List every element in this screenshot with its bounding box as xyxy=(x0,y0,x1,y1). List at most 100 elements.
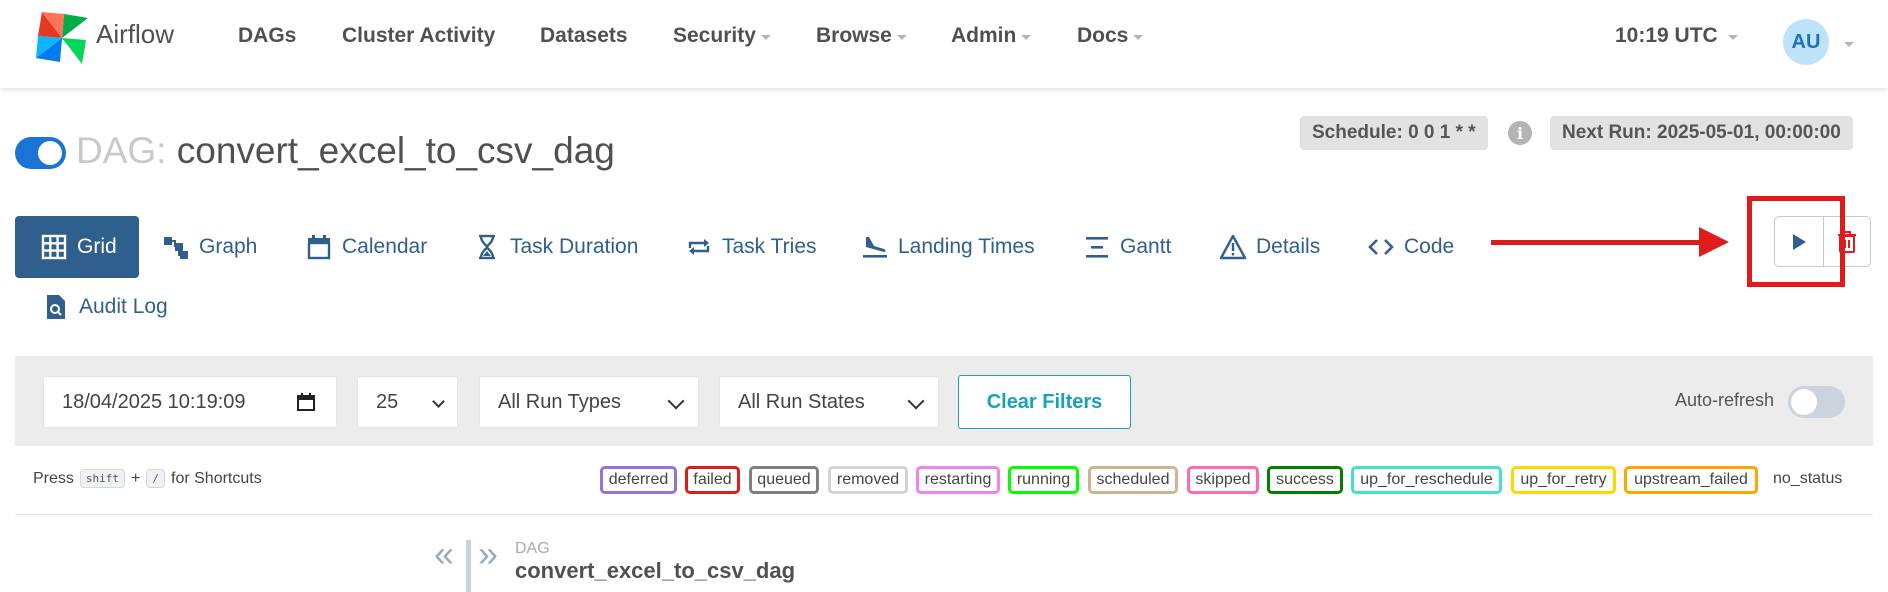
caret-down-icon xyxy=(896,35,907,40)
collapse-grid-button[interactable]: « xyxy=(434,534,454,574)
file-search-icon xyxy=(47,295,65,319)
gantt-icon xyxy=(1086,237,1108,258)
nav-security[interactable]: Security xyxy=(673,24,771,48)
repeat-icon xyxy=(688,239,710,255)
hourglass-icon xyxy=(479,234,495,260)
tab-gantt-label: Gantt xyxy=(1120,235,1172,258)
user-avatar[interactable]: AU xyxy=(1783,19,1829,65)
tab-details[interactable]: Details xyxy=(1220,216,1320,278)
caret-down-icon xyxy=(1021,35,1032,40)
tab-grid-label: Grid xyxy=(77,235,117,258)
annotation-arrow-line xyxy=(1491,240,1699,245)
tab-gantt[interactable]: Gantt xyxy=(1084,216,1171,278)
nav-admin-label: Admin xyxy=(951,24,1017,47)
nav-dags-label: DAGs xyxy=(238,24,297,47)
nav-datasets-label: Datasets xyxy=(540,24,628,47)
num-runs-select[interactable]: 25 xyxy=(357,376,458,428)
brand-name: Airflow xyxy=(96,18,175,49)
state-legend-scheduled[interactable]: scheduled xyxy=(1088,466,1178,494)
shortcut-hint: Press shift + / for Shortcuts xyxy=(33,469,262,488)
expand-details-button[interactable]: » xyxy=(478,534,498,574)
nav-security-label: Security xyxy=(673,24,756,47)
tab-task-tries[interactable]: Task Tries xyxy=(686,216,817,278)
shortcut-key-slash: / xyxy=(146,469,165,488)
next-run-badge: Next Run: 2025-05-01, 00:00:00 xyxy=(1550,116,1853,150)
state-legend-deferred[interactable]: deferred xyxy=(600,466,677,494)
nav-cluster-activity-label: Cluster Activity xyxy=(342,24,496,47)
divider xyxy=(15,514,1873,515)
nav-cluster-activity[interactable]: Cluster Activity xyxy=(342,24,495,48)
resize-handle[interactable] xyxy=(466,540,471,592)
calendar-icon xyxy=(307,235,331,260)
caret-down-icon xyxy=(1844,42,1854,47)
tab-landing-times-label: Landing Times xyxy=(898,235,1035,258)
tab-graph-label: Graph xyxy=(199,235,258,258)
code-icon xyxy=(1368,239,1394,255)
caret-down-icon xyxy=(1727,35,1738,40)
state-legend-restarting[interactable]: restarting xyxy=(916,466,1000,494)
grid-icon xyxy=(41,234,67,260)
state-legend-up-for-retry[interactable]: up_for_retry xyxy=(1511,466,1616,494)
run-states-value: All Run States xyxy=(738,390,865,413)
tab-task-duration[interactable]: Task Duration xyxy=(474,216,638,278)
tab-calendar[interactable]: Calendar xyxy=(306,216,427,278)
utc-clock[interactable]: 10:19 UTC xyxy=(1615,24,1738,48)
info-icon[interactable]: i xyxy=(1508,121,1532,145)
state-legend-no-status[interactable]: no_status xyxy=(1773,470,1842,488)
details-dag-name: convert_excel_to_csv_dag xyxy=(515,558,796,583)
nav-dags[interactable]: DAGs xyxy=(238,24,296,48)
base-date-value: 18/04/2025 10:19:09 xyxy=(62,390,246,413)
calendar-picker-icon[interactable] xyxy=(296,392,316,412)
run-types-value: All Run Types xyxy=(498,390,622,413)
auto-refresh-switch[interactable] xyxy=(1788,386,1845,418)
run-states-select[interactable]: All Run States xyxy=(719,376,939,428)
tab-task-tries-label: Task Tries xyxy=(722,235,817,258)
tab-landing-times[interactable]: Landing Times xyxy=(862,216,1035,278)
tab-grid[interactable]: Grid xyxy=(15,216,139,278)
clock-label: 10:19 UTC xyxy=(1615,24,1718,47)
tab-audit-log[interactable]: Audit Log xyxy=(43,276,168,338)
graph-icon xyxy=(164,237,188,259)
tab-audit-log-label: Audit Log xyxy=(79,295,168,318)
nav-docs-label: Docs xyxy=(1077,24,1129,47)
state-legend-success[interactable]: success xyxy=(1267,466,1343,494)
state-legend-upstream-failed[interactable]: upstream_failed xyxy=(1624,466,1758,494)
state-legend-queued[interactable]: queued xyxy=(749,466,819,494)
shortcut-suffix: for Shortcuts xyxy=(171,469,262,487)
tab-code[interactable]: Code xyxy=(1368,216,1454,278)
auto-refresh-label: Auto-refresh xyxy=(1675,390,1775,410)
dag-pause-toggle[interactable] xyxy=(15,137,66,169)
state-legend-skipped[interactable]: skipped xyxy=(1187,466,1259,494)
schedule-badge: Schedule: 0 0 1 * * xyxy=(1300,116,1488,150)
annotation-arrow-head xyxy=(1699,227,1729,257)
nav-docs[interactable]: Docs xyxy=(1077,24,1144,48)
details-section-label: DAG xyxy=(515,540,550,557)
num-runs-value: 25 xyxy=(376,390,399,413)
tab-graph[interactable]: Graph xyxy=(163,216,257,278)
plane-landing-icon xyxy=(863,237,887,258)
tab-task-duration-label: Task Duration xyxy=(510,235,639,258)
caret-down-icon xyxy=(1133,35,1144,40)
chevron-down-icon xyxy=(907,392,925,410)
airflow-logo-link[interactable]: Airflow xyxy=(34,10,174,66)
caret-down-icon xyxy=(760,35,771,40)
clear-filters-button[interactable]: Clear Filters xyxy=(958,375,1131,429)
tab-code-label: Code xyxy=(1404,235,1455,258)
tab-calendar-label: Calendar xyxy=(342,235,428,258)
nav-datasets[interactable]: Datasets xyxy=(540,24,628,48)
shortcut-press: Press xyxy=(33,469,74,487)
airflow-pinwheel-icon xyxy=(36,12,88,64)
state-legend-removed[interactable]: removed xyxy=(828,466,908,494)
state-legend-up-for-reschedule[interactable]: up_for_reschedule xyxy=(1351,466,1502,494)
base-date-input[interactable]: 18/04/2025 10:19:09 xyxy=(43,376,337,428)
nav-admin[interactable]: Admin xyxy=(951,24,1032,48)
nav-browse-label: Browse xyxy=(816,24,892,47)
run-types-select[interactable]: All Run Types xyxy=(479,376,699,428)
dag-title: DAG: convert_excel_to_csv_dag xyxy=(76,130,615,172)
annotation-highlight-box xyxy=(1747,196,1845,287)
nav-browse[interactable]: Browse xyxy=(816,24,907,48)
warning-triangle-icon xyxy=(1220,234,1246,260)
tab-details-label: Details xyxy=(1256,235,1321,258)
state-legend-running[interactable]: running xyxy=(1008,466,1079,494)
state-legend-failed[interactable]: failed xyxy=(685,466,740,494)
